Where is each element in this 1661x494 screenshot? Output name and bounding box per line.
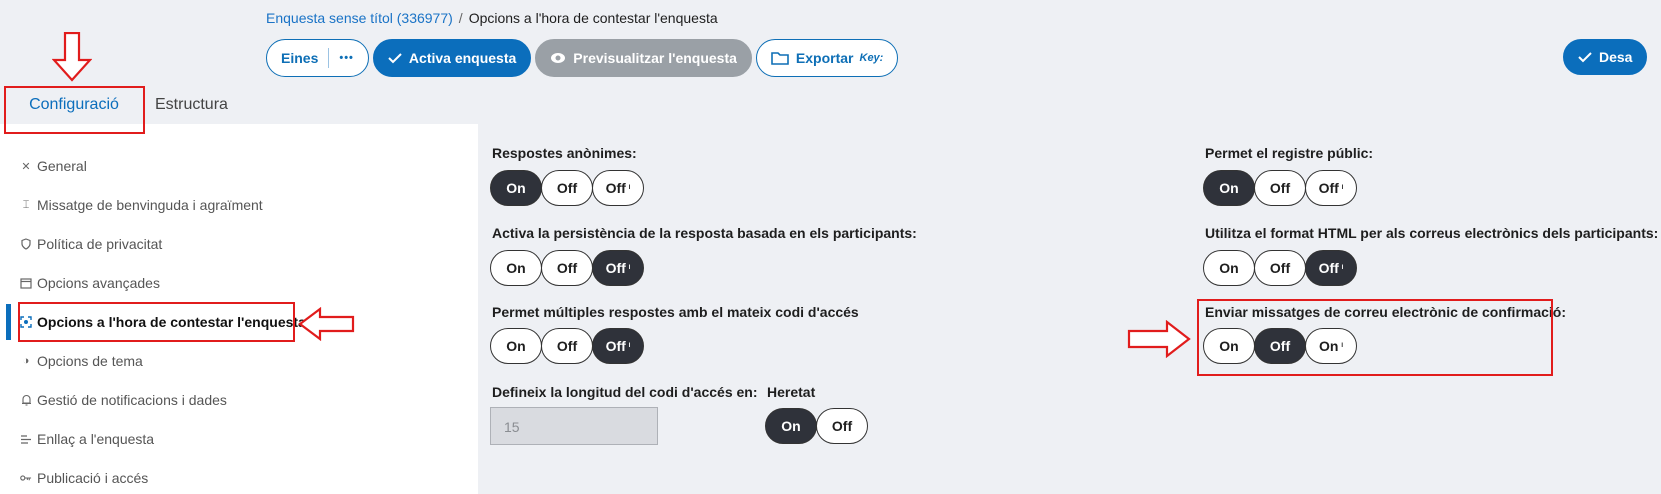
sidebar-item-label: Gestió de notificacions i dades [37,392,227,408]
option-label: Off [605,260,626,276]
multiple-inherit-option[interactable]: Off ᴵ [592,328,644,364]
persistence-label: Activa la persistència de la resposta ba… [492,225,917,241]
sidebar-item-label: Publicació i accés [37,470,149,486]
annotation-box-sidebar-item [18,302,295,342]
breadcrumb-current: Opcions a l'hora de contestar l'enquesta [468,10,718,26]
sidebar-item-welcome-message[interactable]: ⌶ Missatge de benvinguda i agraïment [20,197,263,213]
option-label: Off [605,180,626,196]
export-label: Exportar [795,50,854,66]
public-reg-off-option[interactable]: Off [1254,170,1306,206]
inherit-label: Heretat [767,384,816,400]
tools-button[interactable]: Eines ••• [266,39,369,77]
persistence-on-option[interactable]: On [490,250,542,286]
breadcrumb: Enquesta sense títol (336977) / Opcions … [266,10,718,26]
preview-survey-label: Previsualitzar l'enquesta [573,50,737,66]
multiple-responses-label: Permet múltiples respostes amb el mateix… [492,304,859,320]
annotation-box-config-tab [4,86,145,134]
more-options-icon[interactable]: ••• [339,52,354,64]
inherit-toggle: On Off [765,408,868,444]
inherit-mark: ᴵ [1341,183,1344,193]
access-code-length-input[interactable]: 15 [490,407,658,445]
activate-survey-label: Activa enquesta [408,50,517,66]
multiple-responses-toggle: On Off Off ᴵ [490,328,644,364]
sidebar-item-advanced-options[interactable]: Opcions avançades [20,275,160,291]
html-email-on-option[interactable]: On [1203,250,1255,286]
sidebar-item-label: General [37,158,87,174]
sidebar-item-label: Opcions avançades [37,275,160,291]
persistence-inherit-option[interactable]: Off ᴵ [592,250,644,286]
window-icon [20,277,32,289]
access-code-length-label: Defineix la longitud del codi d'accés en… [492,384,758,400]
save-button[interactable]: Desa [1563,39,1648,75]
html-email-inherit-option[interactable]: Off ᴵ [1305,250,1357,286]
tab-structure[interactable]: Estructura [155,88,228,128]
sidebar-item-survey-link[interactable]: Enllaç a l'enquesta [20,431,154,447]
export-button[interactable]: Exportar Key: [755,39,899,77]
html-email-toggle: On Off Off ᴵ [1203,250,1357,286]
anonymous-off-option[interactable]: Off [541,170,593,206]
tools-icon: ✕ [21,160,31,173]
multiple-off-option[interactable]: Off [541,328,593,364]
save-label: Desa [1599,49,1633,65]
public-registration-toggle: On Off Off ᴵ [1203,170,1357,206]
sidebar-item-privacy-policy[interactable]: Política de privacitat [20,236,162,252]
contrast-icon: ◑ [22,355,30,367]
right-arrow-icon [1127,320,1191,358]
persistence-toggle: On Off Off ᴵ [490,250,644,286]
inherit-on-option[interactable]: On [765,408,817,444]
multiple-on-option[interactable]: On [490,328,542,364]
inherit-mark: ᴵ [628,183,631,193]
inherit-mark: ᴵ [628,263,631,273]
sidebar-item-label: Opcions de tema [37,353,143,369]
preview-survey-button[interactable]: Previsualitzar l'enquesta [535,39,752,77]
tools-divider [328,48,330,68]
export-key-label: Key: [859,52,884,64]
left-arrow-icon [298,307,355,341]
list-icon [20,433,32,445]
folder-icon [771,51,789,65]
sidebar-item-label: Enllaç a l'enquesta [37,431,155,447]
activate-survey-button[interactable]: Activa enquesta [372,39,532,77]
annotation-box-confirmation-email [1197,299,1553,376]
shield-icon [20,238,32,250]
toolbar: Eines ••• Activa enquesta Previsualitzar… [266,39,899,77]
bell-icon [20,394,32,406]
eye-icon [550,52,566,64]
inherit-mark: ᴵ [628,341,631,351]
public-reg-inherit-option[interactable]: Off ᴵ [1305,170,1357,206]
sidebar-item-publication-access[interactable]: Publicació i accés [20,470,148,486]
html-email-off-option[interactable]: Off [1254,250,1306,286]
sidebar-item-general[interactable]: ✕ General [20,158,87,174]
inherit-mark: ᴵ [1341,263,1344,273]
check-icon [1578,51,1592,63]
key-icon [20,472,32,484]
check-icon [388,52,402,64]
public-reg-on-option[interactable]: On [1203,170,1255,206]
tools-label: Eines [281,50,319,66]
public-registration-label: Permet el registre públic: [1205,145,1374,161]
sidebar-item-theme-options[interactable]: ◑ Opcions de tema [20,353,143,369]
anonymous-inherit-option[interactable]: Off ᴵ [592,170,644,206]
persistence-off-option[interactable]: Off [541,250,593,286]
anonymous-responses-label: Respostes anònimes: [492,145,637,161]
inherit-off-option[interactable]: Off [816,408,868,444]
option-label: Off [605,338,626,354]
sidebar-item-label: Política de privacitat [37,236,163,252]
sidebar-active-indicator [6,304,11,340]
anonymous-responses-toggle: On Off Off ᴵ [490,170,644,206]
sidebar-item-label: Missatge de benvinguda i agraïment [37,197,263,213]
breadcrumb-survey-link[interactable]: Enquesta sense títol (336977) [266,10,453,26]
option-label: Off [1318,180,1339,196]
down-arrow-icon [52,32,92,82]
text-icon: ⌶ [22,198,30,211]
sidebar-item-notifications[interactable]: Gestió de notificacions i dades [20,392,227,408]
breadcrumb-separator: / [458,10,463,26]
html-email-label: Utilitza el format HTML per als correus … [1205,225,1659,241]
option-label: Off [1318,260,1339,276]
anonymous-on-option[interactable]: On [490,170,542,206]
